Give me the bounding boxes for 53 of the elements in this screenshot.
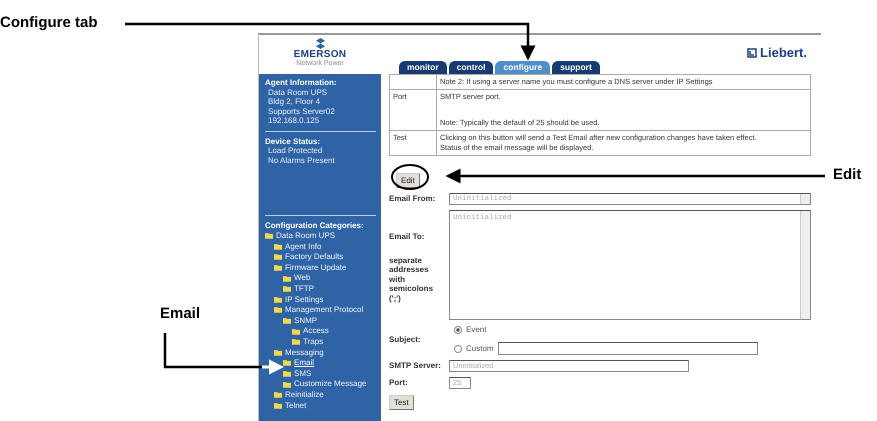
category-link[interactable]: Firmware Update [285, 262, 346, 272]
category-link[interactable]: Management Protocol [285, 305, 364, 315]
radio-label: Custom [466, 344, 494, 353]
nav-tab[interactable]: configure [495, 61, 550, 74]
callout-label: Configure tab [0, 14, 98, 31]
category-link[interactable]: Reinitialize [285, 390, 324, 400]
radio-label: Event [466, 325, 486, 334]
nav-tab[interactable]: monitor [399, 61, 447, 74]
category-link[interactable]: Traps [303, 336, 324, 346]
info-text: Supports Server02 [267, 106, 335, 116]
custom-subject-field[interactable] [498, 342, 758, 355]
field-label: Email From: [389, 194, 436, 204]
scrollbar-icon [800, 194, 810, 204]
status-text: Load Protected [267, 146, 322, 156]
radio-button[interactable] [454, 344, 462, 352]
partner-brand: Liebert. [760, 45, 807, 60]
logo-icon [314, 38, 326, 49]
info-text: Data Room UPS [267, 88, 328, 97]
info-text: Bldg 2, Floor 4 [267, 97, 320, 106]
category-link[interactable]: IP Settings [285, 294, 324, 304]
brand-name: EMERSON [294, 49, 346, 60]
radio-button[interactable] [454, 326, 462, 334]
category-link[interactable]: Email [294, 358, 314, 368]
category-link[interactable]: Telnet [285, 400, 306, 410]
callout-label: Email [160, 305, 200, 322]
section-title: Device Status: [265, 136, 320, 146]
section-title: Agent Information: [265, 78, 337, 88]
category-link[interactable]: SMS [294, 368, 312, 378]
category-link[interactable]: Access [303, 326, 329, 336]
field-hint: separate addresses with semicolons (';') [389, 256, 434, 303]
field-label: Port: [389, 378, 409, 388]
test-button[interactable]: Test [389, 395, 414, 410]
highlight-circle [391, 164, 429, 190]
category-link[interactable]: Web [294, 273, 310, 283]
field-label: Email To: [389, 232, 426, 242]
nav-tab[interactable]: support [552, 61, 600, 74]
status-text: No Alarms Present [267, 156, 335, 165]
edit-button[interactable]: Edit [396, 173, 420, 188]
category-link[interactable]: Agent Info [285, 242, 322, 252]
category-link[interactable]: TFTP [294, 284, 314, 294]
partner-logo-icon [747, 48, 758, 58]
category-link[interactable]: Factory Defaults [285, 252, 344, 262]
category-link[interactable]: Customize Message [294, 379, 366, 389]
category-link[interactable]: Messaging [285, 348, 324, 358]
section-title: Configuration Categories: [265, 221, 364, 230]
category-link[interactable]: Data Room UPS [276, 231, 336, 241]
field-label: Subject: [389, 335, 422, 345]
category-link[interactable]: SNMP [294, 316, 318, 326]
scrollbar-icon [800, 211, 810, 319]
callout-label: Edit [833, 166, 862, 183]
field-label: SMTP Server: [389, 361, 442, 371]
info-text: 192.168.0.125 [267, 116, 320, 126]
nav-tab[interactable]: control [448, 61, 494, 74]
